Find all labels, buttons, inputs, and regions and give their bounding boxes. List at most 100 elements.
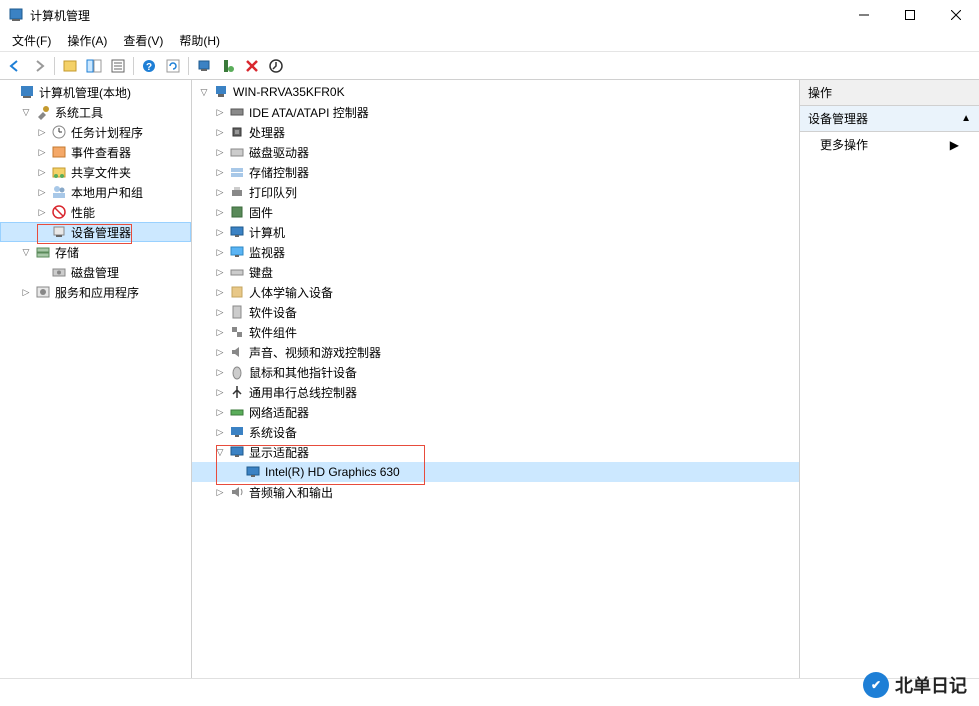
actions-panel: 操作 设备管理器 ▲ 更多操作 ▶ — [800, 80, 979, 678]
left-tree-panel[interactable]: ▷ 计算机管理(本地) ▽ 系统工具 ▷ 任务计划程序 ▷ 事件查看器 ▷ 共享… — [0, 80, 192, 678]
chevron-right-icon[interactable]: ▷ — [34, 184, 50, 200]
chevron-right-icon[interactable]: ▷ — [212, 144, 228, 160]
close-button[interactable] — [933, 0, 979, 30]
chevron-right-icon[interactable]: ▷ — [34, 144, 50, 160]
tree-root[interactable]: ▷ 计算机管理(本地) — [0, 82, 191, 102]
device-firmware[interactable]: ▷ 固件 — [192, 202, 799, 222]
tree-label: 鼠标和其他指针设备 — [249, 364, 357, 381]
device-hid[interactable]: ▷人体学输入设备 — [192, 282, 799, 302]
chevron-right-icon[interactable]: ▷ — [212, 364, 228, 380]
tree-label: 键盘 — [249, 264, 273, 281]
tree-label: 软件设备 — [249, 304, 297, 321]
device-printers[interactable]: ▷打印队列 — [192, 182, 799, 202]
device-computer-root[interactable]: ▽ WIN-RRVA35KFR0K — [192, 82, 799, 102]
chevron-right-icon[interactable]: ▷ — [212, 384, 228, 400]
tree-label: 固件 — [249, 204, 273, 221]
maximize-button[interactable] — [887, 0, 933, 30]
device-processors[interactable]: ▷处理器 — [192, 122, 799, 142]
chevron-right-icon[interactable]: ▷ — [34, 204, 50, 220]
tree-storage[interactable]: ▽ 存储 — [0, 242, 191, 262]
device-system-dev[interactable]: ▷系统设备 — [192, 422, 799, 442]
device-storage-ctrl[interactable]: ▷ 存储控制器 — [192, 162, 799, 182]
up-button[interactable] — [59, 55, 81, 77]
menu-view[interactable]: 查看(V) — [115, 30, 171, 51]
chevron-right-icon[interactable]: ▷ — [212, 404, 228, 420]
chevron-down-icon[interactable]: ▽ — [212, 444, 228, 460]
chevron-right-icon[interactable]: ▷ — [34, 124, 50, 140]
chevron-right-icon[interactable]: ▷ — [212, 124, 228, 140]
update-driver-button[interactable] — [265, 55, 287, 77]
device-computers[interactable]: ▷计算机 — [192, 222, 799, 242]
chevron-right-icon[interactable]: ▷ — [212, 484, 228, 500]
device-software-dev[interactable]: ▷ 软件设备 — [192, 302, 799, 322]
watermark-text: 北单日记 — [895, 672, 967, 698]
tree-local-users[interactable]: ▷ 本地用户和组 — [0, 182, 191, 202]
tree-task-scheduler[interactable]: ▷ 任务计划程序 — [0, 122, 191, 142]
window-controls — [841, 0, 979, 30]
menu-file[interactable]: 文件(F) — [4, 30, 59, 51]
forward-button[interactable] — [28, 55, 50, 77]
device-sound[interactable]: ▷声音、视频和游戏控制器 — [192, 342, 799, 362]
main-area: ▷ 计算机管理(本地) ▽ 系统工具 ▷ 任务计划程序 ▷ 事件查看器 ▷ 共享… — [0, 80, 979, 678]
device-network[interactable]: ▷网络适配器 — [192, 402, 799, 422]
device-usb[interactable]: ▷通用串行总线控制器 — [192, 382, 799, 402]
chevron-right-icon[interactable]: ▷ — [212, 424, 228, 440]
tree-label: 监视器 — [249, 244, 285, 261]
properties-button[interactable] — [107, 55, 129, 77]
device-tree-panel[interactable]: ▽ WIN-RRVA35KFR0K ▷IDE ATA/ATAPI 控制器 ▷处理… — [192, 80, 800, 678]
tree-performance[interactable]: ▷ 性能 — [0, 202, 191, 222]
menu-help[interactable]: 帮助(H) — [171, 30, 228, 51]
chevron-right-icon[interactable]: ▷ — [212, 224, 228, 240]
monitor-icon — [229, 224, 245, 240]
tree-system-tools[interactable]: ▽ 系统工具 — [0, 102, 191, 122]
help-button[interactable]: ? — [138, 55, 160, 77]
actions-subheader[interactable]: 设备管理器 ▲ — [800, 106, 979, 132]
chevron-right-icon[interactable]: ▷ — [212, 304, 228, 320]
chevron-right-icon[interactable]: ▷ — [212, 164, 228, 180]
chevron-right-icon[interactable]: ▷ — [212, 104, 228, 120]
tree-device-manager[interactable]: ▷ 设备管理器 — [0, 222, 191, 242]
watermark-icon: ✔ — [863, 672, 889, 698]
chevron-right-icon[interactable]: ▷ — [212, 244, 228, 260]
chevron-right-icon[interactable]: ▷ — [212, 344, 228, 360]
minimize-button[interactable] — [841, 0, 887, 30]
chevron-right-icon[interactable]: ▷ — [212, 204, 228, 220]
actions-more[interactable]: 更多操作 ▶ — [800, 132, 979, 157]
tree-label: 音频输入和输出 — [249, 484, 333, 501]
uninstall-button[interactable] — [241, 55, 263, 77]
chevron-right-icon[interactable]: ▷ — [212, 184, 228, 200]
chevron-right-icon[interactable]: ▷ — [34, 164, 50, 180]
device-disk-drives[interactable]: ▷磁盘驱动器 — [192, 142, 799, 162]
menu-action[interactable]: 操作(A) — [59, 30, 115, 51]
back-button[interactable] — [4, 55, 26, 77]
keyboard-icon — [229, 264, 245, 280]
refresh-button[interactable] — [162, 55, 184, 77]
device-display-child[interactable]: ▷Intel(R) HD Graphics 630 — [192, 462, 799, 482]
chevron-right-icon[interactable]: ▷ — [18, 284, 34, 300]
add-hardware-button[interactable] — [217, 55, 239, 77]
chevron-right-icon[interactable]: ▷ — [212, 324, 228, 340]
chevron-down-icon[interactable]: ▽ — [196, 84, 212, 100]
tree-shared-folders[interactable]: ▷ 共享文件夹 — [0, 162, 191, 182]
tree-label: WIN-RRVA35KFR0K — [233, 85, 345, 99]
printer-icon — [229, 184, 245, 200]
chevron-down-icon[interactable]: ▽ — [18, 104, 34, 120]
device-audio-io[interactable]: ▷ 音频输入和输出 — [192, 482, 799, 502]
chevron-right-icon[interactable]: ▷ — [212, 284, 228, 300]
show-hide-tree-button[interactable] — [83, 55, 105, 77]
device-software-comp[interactable]: ▷软件组件 — [192, 322, 799, 342]
device-monitors[interactable]: ▷ 监视器 — [192, 242, 799, 262]
tree-event-viewer[interactable]: ▷ 事件查看器 — [0, 142, 191, 162]
chevron-down-icon[interactable]: ▽ — [18, 244, 34, 260]
tree-disk-management[interactable]: ▷ 磁盘管理 — [0, 262, 191, 282]
tree-services-apps[interactable]: ▷ 服务和应用程序 — [0, 282, 191, 302]
device-keyboards[interactable]: ▷ 键盘 — [192, 262, 799, 282]
device-ide[interactable]: ▷IDE ATA/ATAPI 控制器 — [192, 102, 799, 122]
device-mice[interactable]: ▷ 鼠标和其他指针设备 — [192, 362, 799, 382]
scan-button[interactable] — [193, 55, 215, 77]
svg-text:?: ? — [146, 62, 152, 73]
chevron-right-icon[interactable]: ▷ — [212, 264, 228, 280]
device-display-adapters[interactable]: ▽显示适配器 — [192, 442, 799, 462]
tree-label: 存储控制器 — [249, 164, 309, 181]
app-icon — [8, 7, 24, 23]
